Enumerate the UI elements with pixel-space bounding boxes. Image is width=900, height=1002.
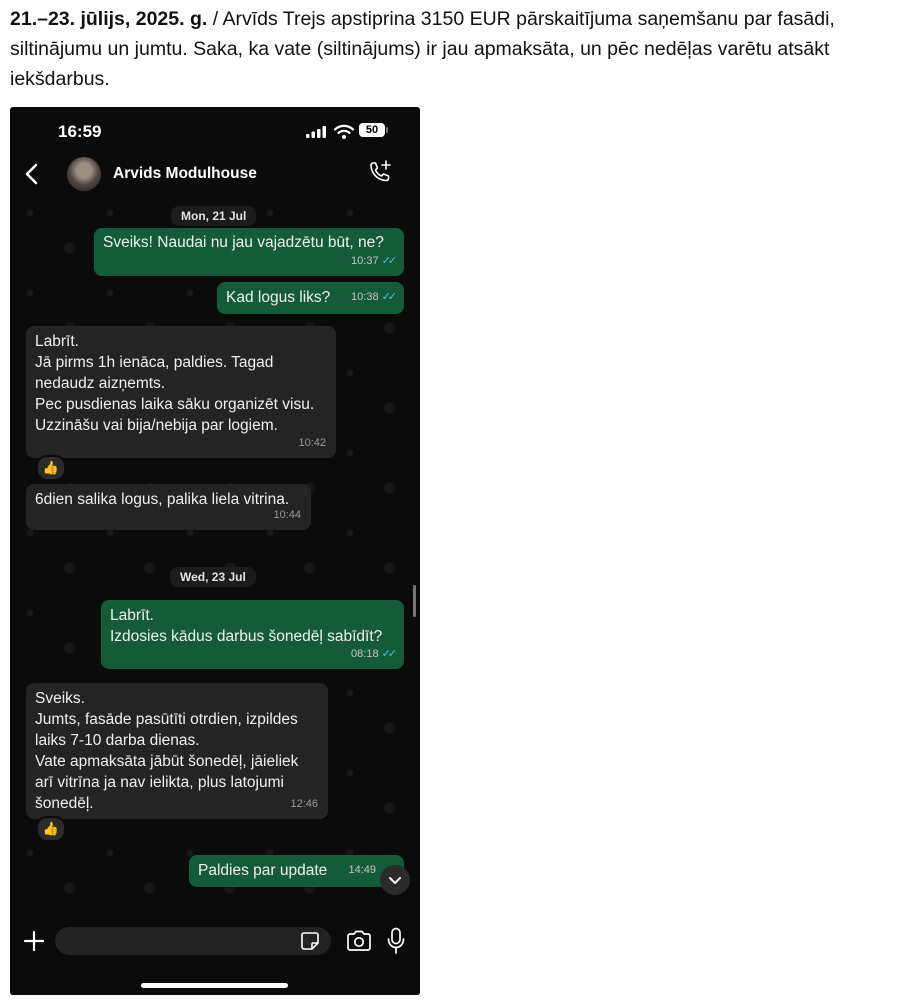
read-ticks-icon: ✓✓: [381, 291, 398, 303]
status-bar: 16:59 50: [10, 107, 420, 155]
message-list[interactable]: Mon, 21 Jul Sveiks! Naudai nu jau vajadz…: [10, 193, 420, 915]
battery-tip: [386, 127, 388, 133]
chat-header: Arvids Modulhouse: [10, 155, 420, 193]
message-text: Labrīt. Jā pirms 1h ienāca, paldies. Tag…: [35, 333, 315, 434]
status-time: 16:59: [58, 122, 102, 141]
mic-icon[interactable]: [387, 927, 405, 955]
message-time: 10:38: [351, 291, 379, 303]
message-text: Sveiks! Naudai nu jau vajadzētu būt, ne?: [103, 234, 384, 251]
chevron-down-icon[interactable]: [380, 865, 410, 895]
call-add-icon[interactable]: [366, 159, 394, 187]
page-caption: 21.–23. jūlijs, 2025. g. / Arvīds Trejs …: [10, 4, 890, 94]
message-meta: 14:49: [348, 860, 376, 881]
read-ticks-icon: ✓✓: [381, 255, 398, 267]
phone-screenshot: 16:59 50 Arvids Modulhouse Mon, 21 Jul S…: [10, 107, 420, 995]
read-ticks-icon: ✓✓: [381, 648, 398, 660]
thumbs-up-reaction-icon[interactable]: 👍: [36, 816, 66, 842]
message-bubble-incoming[interactable]: 6dien salika logus, palika liela vitrina…: [26, 484, 311, 530]
message-meta: 10:38 ✓✓: [351, 287, 398, 308]
battery-icon: 50: [359, 123, 385, 137]
plus-icon[interactable]: [22, 929, 46, 953]
message-bubble-outgoing[interactable]: Paldies par update 14:49: [189, 855, 404, 887]
signal-icon: [306, 126, 326, 138]
message-text: Sveiks. Jumts, fasāde pasūtīti otrdien, …: [35, 690, 299, 812]
message-bubble-incoming[interactable]: Sveiks. Jumts, fasāde pasūtīti otrdien, …: [26, 683, 328, 819]
message-bubble-outgoing[interactable]: Kad logus liks? 10:38 ✓✓: [217, 282, 404, 314]
message-bubble-outgoing[interactable]: Sveiks! Naudai nu jau vajadzētu būt, ne?…: [94, 228, 404, 276]
message-meta: 08:18 ✓✓: [351, 644, 398, 665]
message-input[interactable]: [55, 927, 331, 955]
message-time: 12:46: [290, 798, 318, 810]
message-time: 08:18: [351, 648, 379, 660]
scrollbar[interactable]: [413, 585, 416, 617]
wifi-icon: [334, 124, 354, 139]
message-bubble-outgoing[interactable]: Labrīt. Izdosies kādus darbus šonedēļ sa…: [101, 600, 404, 669]
message-time: 10:42: [298, 437, 326, 449]
message-meta: 10:37 ✓✓: [351, 251, 398, 272]
message-time: 10:44: [273, 509, 301, 521]
message-text: 6dien salika logus, palika liela vitrina…: [35, 491, 290, 508]
message-bubble-incoming[interactable]: Labrīt. Jā pirms 1h ienāca, paldies. Tag…: [26, 326, 336, 458]
message-time: 14:49: [348, 864, 376, 876]
message-composer: [10, 915, 420, 995]
message-meta: 10:42: [298, 433, 326, 454]
sticker-icon[interactable]: [300, 931, 320, 951]
thumbs-up-reaction-icon[interactable]: 👍: [36, 455, 66, 481]
message-time: 10:37: [351, 255, 379, 267]
contact-name[interactable]: Arvids Modulhouse: [113, 165, 257, 183]
date-separator: Mon, 21 Jul: [171, 206, 257, 226]
message-text: Labrīt. Izdosies kādus darbus šonedēļ sa…: [110, 607, 383, 645]
back-arrow-icon[interactable]: [20, 161, 46, 187]
camera-icon[interactable]: [346, 930, 372, 952]
avatar[interactable]: [67, 157, 101, 191]
caption-dates: 21.–23. jūlijs, 2025. g.: [10, 8, 208, 30]
home-indicator[interactable]: [141, 983, 288, 988]
date-separator: Wed, 23 Jul: [170, 567, 256, 587]
message-meta: 10:44: [273, 505, 301, 526]
message-meta: 12:46: [290, 794, 318, 815]
